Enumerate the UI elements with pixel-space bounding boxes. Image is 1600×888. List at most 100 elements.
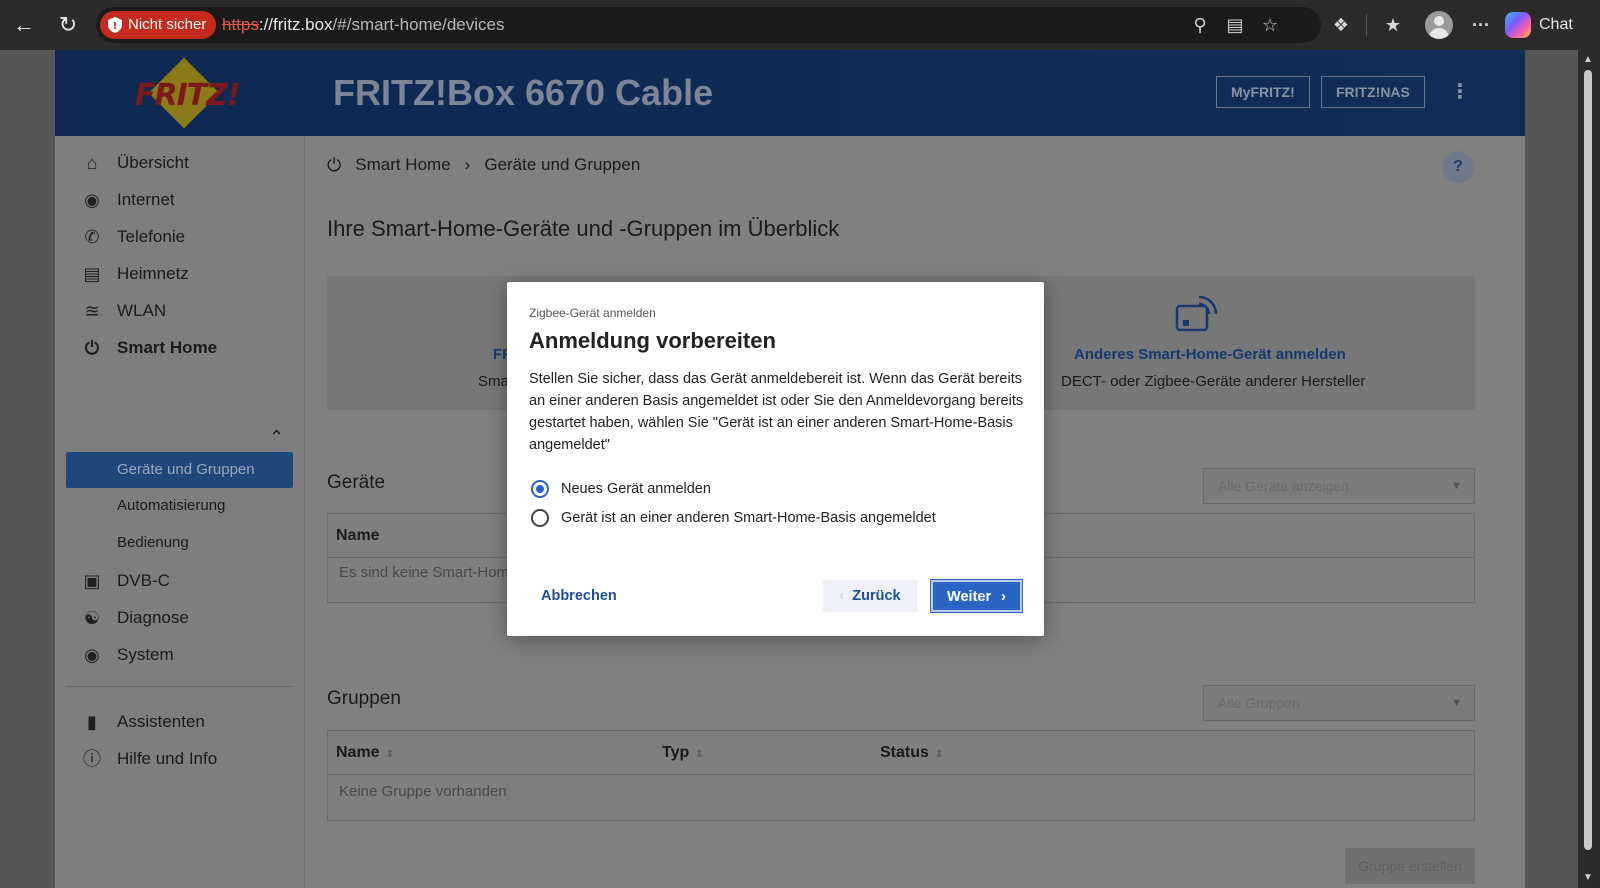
groups-filter-value: Alle Gruppen bbox=[1218, 695, 1300, 711]
sidebar-item-internet[interactable]: ◉ Internet bbox=[79, 185, 175, 215]
sidebar-item-label: Internet bbox=[117, 190, 175, 209]
toolbar-divider bbox=[1366, 14, 1367, 36]
url-scheme: https bbox=[222, 15, 259, 34]
sidebar-item-label: Smart Home bbox=[117, 338, 218, 357]
diagnose-icon: ☯ bbox=[83, 608, 101, 628]
sidebar: ⌂ Übersicht ◉ Internet ✆ Telefonie ▤ Heimnet… bbox=[55, 136, 305, 888]
url-host: ://fritz.box bbox=[258, 15, 333, 34]
kebab-menu-icon[interactable]: ⋮ bbox=[1450, 80, 1470, 104]
add-other-device-link[interactable]: Anderes Smart-Home-Gerät anmelden bbox=[1074, 346, 1346, 363]
url-text[interactable]: https://fritz.box/#/smart-home/devices bbox=[222, 7, 505, 43]
logo-text: FRITZ! bbox=[135, 78, 241, 113]
address-bar[interactable]: ! Nicht sicher https://fritz.box/#/smart… bbox=[96, 7, 1321, 43]
column-name[interactable]: Name bbox=[336, 514, 380, 558]
fritz-logo[interactable]: FRITZ! bbox=[135, 57, 241, 132]
sidebar-item-diagnose[interactable]: ☯ Diagnose bbox=[79, 603, 189, 633]
copilot-icon bbox=[1505, 12, 1531, 38]
scroll-up-icon[interactable]: ▲ bbox=[1582, 54, 1594, 65]
breadcrumb: ⏻ Smart Home › Geräte und Gruppen bbox=[327, 152, 640, 178]
sidebar-item-wlan[interactable]: ≊ WLAN bbox=[79, 296, 166, 326]
column-type[interactable]: Typ ⇕ bbox=[662, 731, 704, 777]
column-status[interactable]: Status ⇕ bbox=[880, 731, 943, 777]
extensions-icon[interactable]: ❖ bbox=[1327, 11, 1355, 39]
breadcrumb-smart-home[interactable]: Smart Home bbox=[355, 155, 450, 175]
groups-table: Name ⇕ Typ ⇕ Status ⇕ Keine Gruppe vorhande… bbox=[327, 730, 1475, 821]
sidebar-item-label: DVB-C bbox=[117, 571, 170, 590]
column-name[interactable]: Name ⇕ bbox=[336, 731, 394, 777]
chat-label: Chat bbox=[1539, 16, 1573, 33]
column-label: Name bbox=[336, 744, 380, 761]
smarthome-icon: ⏻ bbox=[84, 338, 100, 358]
sidebar-item-dvbc[interactable]: ▣ DVB-C bbox=[79, 566, 170, 596]
devices-filter-value: Alle Geräte anzeigen bbox=[1218, 478, 1349, 494]
url-path: /#/smart-home/devices bbox=[332, 15, 505, 34]
devices-heading: Geräte bbox=[327, 472, 386, 493]
sidebar-subitem-automatisierung[interactable]: Automatisierung bbox=[117, 493, 225, 519]
chevron-up-icon[interactable]: ⌃ bbox=[269, 427, 284, 448]
home-icon: ⌂ bbox=[86, 153, 98, 173]
breadcrumb-current: Geräte und Gruppen bbox=[484, 155, 641, 174]
copilot-chat-button[interactable]: Chat bbox=[1505, 11, 1573, 39]
radio-other-base[interactable]: Gerät ist an einer anderen Smart-Home-Ba… bbox=[531, 507, 936, 529]
fritznas-button[interactable]: FRITZ!NAS bbox=[1321, 76, 1425, 108]
radio-unselected-icon[interactable] bbox=[531, 509, 549, 527]
radio-label: Gerät ist an einer anderen Smart-Home-Ba… bbox=[561, 510, 936, 526]
smarthome-icon: ⏻ bbox=[327, 154, 342, 175]
sidebar-subitem-bedienung[interactable]: Bedienung bbox=[117, 530, 189, 556]
page-title: Ihre Smart-Home-Geräte und -Gruppen im Ü… bbox=[327, 216, 840, 241]
chevron-right-icon: › bbox=[1001, 589, 1006, 605]
reload-icon[interactable]: ↻ bbox=[53, 10, 83, 40]
sidebar-item-heimnetz[interactable]: ▤ Heimnetz bbox=[79, 259, 189, 289]
sidebar-item-system[interactable]: ◉ System bbox=[79, 640, 174, 670]
tile-right-sub: DECT- oder Zigbee-Geräte anderer Herstel… bbox=[1061, 373, 1366, 390]
scroll-down-icon[interactable]: ▼ bbox=[1582, 872, 1594, 883]
groups-heading: Gruppen bbox=[327, 688, 401, 709]
back-icon[interactable]: ← bbox=[9, 10, 39, 40]
zoom-icon[interactable]: ⚲ bbox=[1188, 13, 1212, 37]
favorite-star-icon[interactable]: ☆ bbox=[1258, 13, 1282, 37]
not-secure-badge[interactable]: ! Nicht sicher bbox=[100, 11, 217, 39]
browser-toolbar: ← ↻ ! Nicht sicher https://fritz.box/#/s… bbox=[0, 0, 1600, 50]
devices-filter-select[interactable]: Alle Geräte anzeigen ▼ bbox=[1203, 468, 1475, 504]
radio-new-device[interactable]: Neues Gerät anmelden bbox=[531, 478, 711, 500]
phone-icon: ✆ bbox=[84, 227, 100, 247]
tile-left-sub: Sma bbox=[478, 373, 509, 390]
myfritz-button[interactable]: MyFRITZ! bbox=[1216, 76, 1310, 108]
tv-icon: ▣ bbox=[83, 571, 101, 591]
zigbee-dialog: Zigbee-Gerät anmelden Anmeldung vorberei… bbox=[507, 282, 1044, 636]
next-button[interactable]: Weiter › bbox=[930, 579, 1023, 613]
page-header: FRITZ! FRITZ!Box 6670 Cable MyFRITZ! FRI… bbox=[55, 50, 1525, 136]
profile-avatar[interactable] bbox=[1425, 11, 1453, 39]
shield-warning-icon: ! bbox=[108, 17, 122, 33]
sidebar-item-assistenten[interactable]: ▮ Assistenten bbox=[79, 707, 205, 737]
svg-text:!: ! bbox=[113, 21, 118, 32]
scrollbar-thumb[interactable] bbox=[1584, 70, 1592, 850]
dialog-description: Stellen Sie sicher, dass das Gerät anmel… bbox=[529, 371, 1024, 453]
sidebar-item-uebersicht[interactable]: ⌂ Übersicht bbox=[79, 148, 189, 178]
sidebar-item-label: Heimnetz bbox=[117, 264, 189, 283]
back-button[interactable]: ‹ Zurück bbox=[823, 580, 917, 612]
system-icon: ◉ bbox=[84, 645, 100, 665]
sort-icon: ⇕ bbox=[934, 749, 944, 760]
table-header: Name ⇕ Typ ⇕ Status ⇕ bbox=[328, 731, 1474, 775]
dialog-kicker: Zigbee-Gerät anmelden bbox=[529, 306, 656, 320]
sidebar-item-label: WLAN bbox=[117, 301, 167, 320]
help-button[interactable]: ? bbox=[1442, 151, 1474, 183]
page-scrollbar[interactable]: ▲ ▼ bbox=[1578, 50, 1600, 888]
cancel-button[interactable]: Abbrechen bbox=[529, 580, 629, 612]
reader-icon[interactable]: ▤ bbox=[1223, 13, 1247, 37]
radio-label: Neues Gerät anmelden bbox=[561, 481, 711, 497]
create-group-button[interactable]: Gruppe erstellen bbox=[1345, 848, 1475, 884]
sidebar-item-label: System bbox=[117, 645, 174, 664]
radio-selected-icon[interactable] bbox=[531, 480, 549, 498]
sidebar-item-hilfe[interactable]: ⓘ Hilfe und Info bbox=[79, 744, 217, 774]
sidebar-item-label: Diagnose bbox=[117, 608, 189, 627]
sort-icon: ⇕ bbox=[385, 749, 394, 760]
sidebar-item-telefonie[interactable]: ✆ Telefonie bbox=[79, 222, 185, 252]
sidebar-subitem-geraete-und-gruppen[interactable]: Geräte und Gruppen bbox=[66, 452, 293, 488]
sidebar-item-smart-home[interactable]: ⏻ Smart Home bbox=[79, 333, 217, 363]
next-label: Weiter bbox=[947, 589, 992, 605]
groups-filter-select[interactable]: Alle Gruppen ▼ bbox=[1203, 685, 1475, 721]
more-icon[interactable]: ··· bbox=[1467, 11, 1495, 39]
favorites-icon[interactable]: ★ bbox=[1379, 11, 1407, 39]
